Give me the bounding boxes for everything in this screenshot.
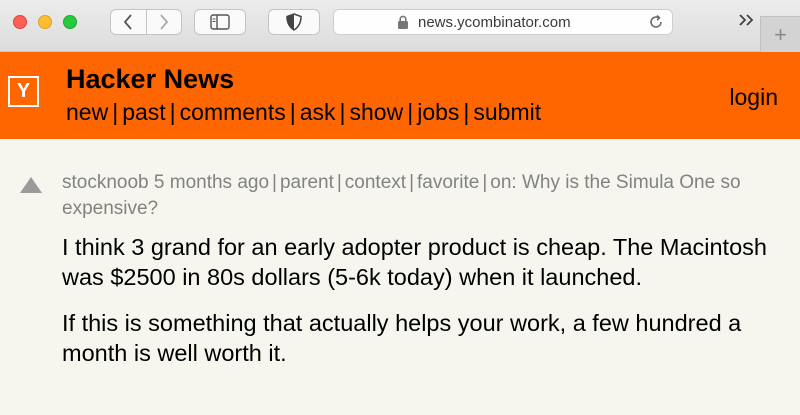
- forward-button[interactable]: [145, 10, 182, 34]
- meta-separator: |: [409, 172, 414, 193]
- meta-separator: |: [336, 172, 342, 193]
- shield-icon: [286, 13, 302, 31]
- nav-ask[interactable]: ask: [300, 99, 336, 125]
- site-title[interactable]: Hacker News: [66, 64, 234, 95]
- lock-icon: [398, 15, 408, 29]
- comment-text: I think 3 grand for an early adopter pro…: [62, 232, 782, 384]
- y-logo[interactable]: Y: [8, 76, 39, 107]
- nav-new[interactable]: new: [66, 99, 108, 125]
- nav-links: new | past | comments | ask | show | jobs | submit: [66, 99, 541, 126]
- upvote-arrow-icon[interactable]: [20, 177, 42, 193]
- close-window-button[interactable]: [13, 15, 27, 29]
- nav-submit[interactable]: submit: [473, 99, 541, 125]
- reload-icon[interactable]: [648, 14, 664, 30]
- comment-meta: stocknoob 5 months ago | parent | context | fa…: [62, 170, 782, 222]
- nav-past[interactable]: past: [122, 99, 165, 125]
- meta-separator: |: [482, 172, 488, 193]
- zoom-window-button[interactable]: [63, 15, 77, 29]
- comment-age[interactable]: 5 months ago: [154, 172, 269, 193]
- comment-paragraph: I think 3 grand for an early adopter pro…: [62, 234, 767, 290]
- back-button[interactable]: [111, 10, 146, 34]
- nav-separator: |: [169, 99, 176, 125]
- address-bar[interactable]: news.ycombinator.com: [333, 9, 673, 35]
- nav-separator: |: [289, 99, 296, 125]
- nav-show[interactable]: show: [350, 99, 404, 125]
- on-prefix: on:: [490, 172, 517, 193]
- privacy-report-button[interactable]: [268, 9, 320, 35]
- new-tab-button[interactable]: +: [760, 16, 800, 52]
- nav-separator: |: [112, 99, 119, 125]
- minimize-window-button[interactable]: [38, 15, 52, 29]
- nav-separator: |: [463, 99, 470, 125]
- context-link[interactable]: context: [345, 172, 406, 193]
- history-nav-group: [110, 9, 182, 35]
- browser-toolbar: news.ycombinator.com +: [0, 0, 800, 52]
- plus-icon: +: [774, 21, 787, 47]
- forward-icon: [160, 14, 168, 30]
- sidebar-button[interactable]: [194, 9, 246, 35]
- nav-comments[interactable]: comments: [180, 99, 286, 125]
- chevrons-right-icon[interactable]: [738, 13, 756, 27]
- back-icon: [124, 14, 132, 30]
- comment-paragraph: If this is something that actually helps…: [62, 310, 742, 366]
- nav-jobs[interactable]: jobs: [417, 99, 459, 125]
- nav-separator: |: [339, 99, 346, 125]
- favorite-link[interactable]: favorite: [417, 172, 479, 193]
- sidebar-icon: [210, 14, 230, 30]
- url-text: news.ycombinator.com: [418, 14, 571, 31]
- comment-user[interactable]: stocknoob: [62, 172, 149, 193]
- hn-header: Y Hacker News new | past | comments | ask | show…: [0, 52, 800, 139]
- meta-separator: |: [272, 172, 277, 193]
- parent-link[interactable]: parent: [280, 172, 334, 193]
- nav-separator: |: [407, 99, 414, 125]
- login-link[interactable]: login: [729, 84, 778, 111]
